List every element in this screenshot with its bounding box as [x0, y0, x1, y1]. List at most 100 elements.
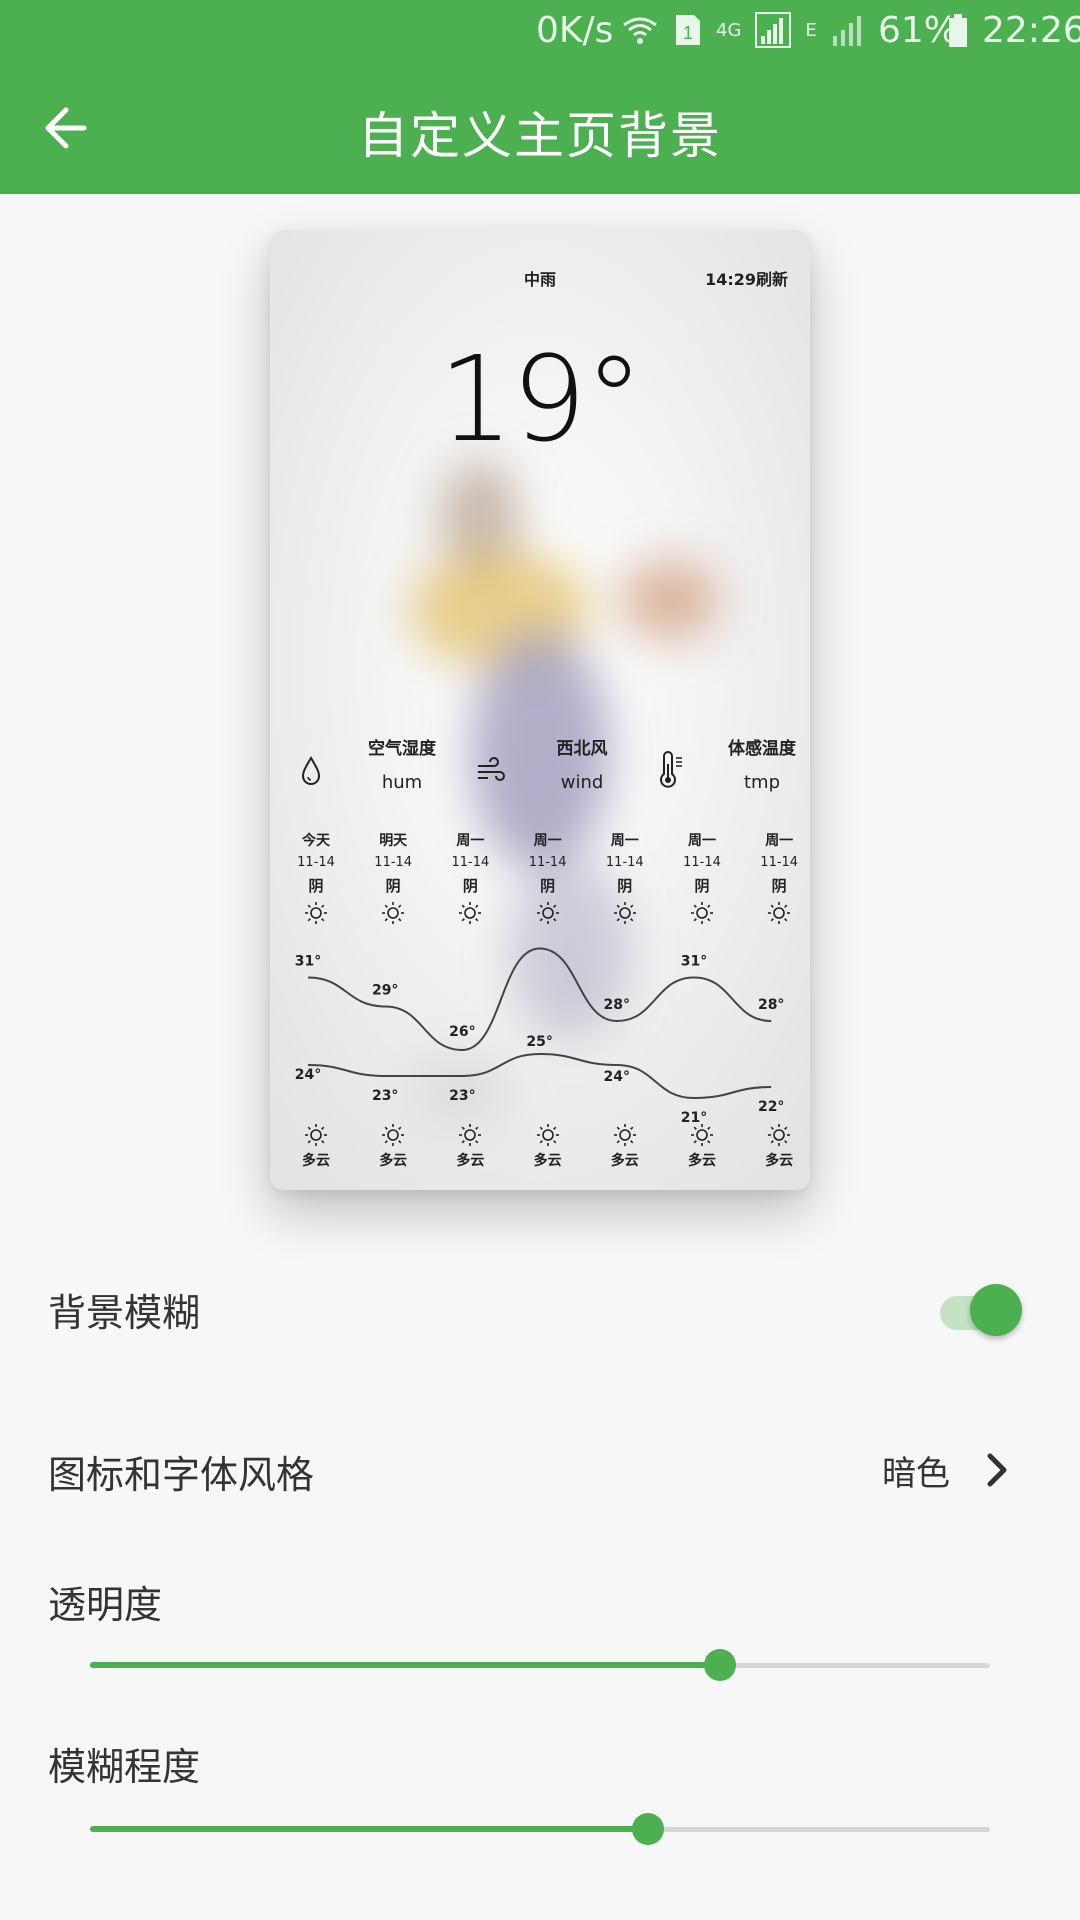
sun-icon: [691, 1124, 713, 1146]
slider-thumb[interactable]: [632, 1813, 664, 1845]
forecast-day-2: 周一 11-14 阴: [432, 830, 508, 926]
temperature-curve-chart: 31°29°26°33°28°31°28°24°23°23°25°24°21°2…: [295, 940, 785, 1126]
feels-like-title: 体感温度: [728, 739, 796, 759]
forecast-day-3: 周一 11-14 阴: [510, 830, 586, 926]
night-condition: 多云: [765, 1153, 794, 1169]
day-condition: 阴: [462, 877, 478, 895]
day-condition: 阴: [771, 877, 787, 895]
day-condition: 阴: [694, 877, 710, 895]
humidity-value: hum: [381, 772, 423, 793]
wind-icon: [478, 757, 505, 781]
day-date: 11-14: [451, 855, 490, 870]
forecast-night: 多云 多云 多云 多云 多云 多云 多云: [278, 1122, 802, 1182]
refresh-time: 14:29刷新: [705, 270, 788, 289]
slider-fill: [90, 1826, 648, 1832]
slider-thumb[interactable]: [704, 1649, 736, 1681]
low-temp-label: 24°: [295, 1067, 321, 1083]
sim-card-icon: 1: [676, 15, 700, 45]
opacity-label: 透明度: [48, 1583, 163, 1627]
background-blur-label: 背景模糊: [48, 1291, 201, 1335]
night-condition: 多云: [302, 1153, 330, 1169]
wifi-icon: [623, 17, 657, 44]
humidity-title: 空气湿度: [368, 739, 436, 759]
page-title: 自定义主页背景: [358, 107, 722, 165]
network-e-label: E: [805, 19, 817, 41]
status-bar: 0K/s 1 4G E 61% 22:26: [0, 0, 1080, 64]
night-condition: 多云: [688, 1153, 716, 1169]
blur-level-label: 模糊程度: [48, 1745, 201, 1789]
day-condition: 阴: [617, 877, 633, 895]
droplet-icon: [301, 756, 321, 785]
forecast-day-0: 今天 11-14 阴: [278, 830, 354, 926]
low-temp-label: 23°: [372, 1088, 398, 1104]
feels-like-metric: 体感温度 tmp: [654, 730, 810, 800]
high-temp-label: 31°: [295, 954, 321, 970]
sun-icon: [613, 902, 636, 924]
thermometer-icon: [660, 751, 682, 788]
forecast-night-2: 多云: [432, 1122, 508, 1174]
blur-level-slider[interactable]: [90, 1810, 990, 1850]
feels-like-value: tmp: [743, 772, 781, 793]
forecast-night-4: 多云: [587, 1122, 663, 1174]
sun-icon: [768, 1124, 791, 1146]
battery-percent: 61%: [878, 10, 959, 51]
sun-icon: [536, 1124, 559, 1146]
sun-icon: [459, 902, 482, 924]
high-temp-label: 29°: [372, 983, 398, 999]
sun-icon: [382, 1124, 405, 1146]
day-condition: 阴: [540, 877, 556, 895]
forecast-day-4: 周一 11-14 阴: [587, 830, 663, 926]
icon-font-style-value[interactable]: 暗色: [882, 1446, 950, 1495]
forecast-day-5: 周一 11-14 阴: [664, 830, 740, 926]
sun-icon: [691, 902, 713, 924]
day-name: 周一: [610, 833, 639, 849]
sun-icon: [382, 902, 405, 924]
status-icons: 1 4G E: [620, 8, 865, 52]
high-temp-label: 33°: [526, 940, 552, 941]
day-date: 11-14: [683, 855, 721, 870]
day-date: 11-14: [605, 855, 644, 870]
opacity-slider[interactable]: [90, 1646, 990, 1686]
wind-metric: 西北风 wind: [474, 730, 654, 800]
forecast-night-1: 多云: [355, 1122, 431, 1174]
day-date: 11-14: [528, 855, 567, 870]
forecast-night-0: 多云: [278, 1122, 354, 1174]
high-temp-label: 31°: [681, 954, 707, 970]
wind-value: wind: [560, 772, 604, 793]
sun-icon: [613, 1124, 636, 1146]
chevron-right-icon[interactable]: [980, 1450, 1014, 1490]
night-condition: 多云: [533, 1153, 562, 1169]
sun-icon: [536, 902, 559, 924]
day-condition: 阴: [308, 877, 324, 895]
sun-icon: [305, 1124, 327, 1146]
forecast-night-6: 多云: [741, 1122, 810, 1174]
home-preview-card: 中雨 14:29刷新 19° 空气湿度 hum 西北风 wind 体感温度 tm…: [270, 230, 810, 1190]
slider-fill: [90, 1662, 720, 1668]
background-blur-switch[interactable]: [940, 1284, 1022, 1336]
night-condition: 多云: [456, 1153, 485, 1169]
sun-icon: [768, 902, 791, 924]
day-date: 11-14: [760, 855, 799, 870]
day-name: 周一: [765, 833, 794, 849]
icon-font-style-label[interactable]: 图标和字体风格: [48, 1444, 314, 1499]
forecast-day-1: 明天 11-14 阴: [355, 830, 431, 926]
network-4g-label: 4G: [716, 19, 742, 41]
day-date: 11-14: [374, 855, 413, 870]
signal-icon: [755, 12, 792, 48]
day-condition: 阴: [385, 877, 401, 895]
forecast-night-3: 多云: [510, 1122, 586, 1174]
low-temp-label: 25°: [526, 1034, 552, 1050]
battery-icon: [949, 14, 967, 47]
day-name: 周一: [533, 833, 562, 849]
sim-badge: 1: [683, 23, 693, 43]
day-name: 明天: [379, 833, 408, 849]
night-condition: 多云: [379, 1153, 408, 1169]
night-condition: 多云: [610, 1153, 639, 1169]
signal-icon-2: [832, 16, 861, 46]
app-bar: 0K/s 1 4G E 61% 22:26 自定义主页背景: [0, 0, 1080, 194]
day-name: 周一: [688, 833, 716, 849]
sun-icon: [305, 902, 327, 924]
day-name: 今天: [302, 833, 330, 849]
switch-thumb: [970, 1284, 1022, 1336]
low-temp-label: 24°: [604, 1069, 630, 1085]
